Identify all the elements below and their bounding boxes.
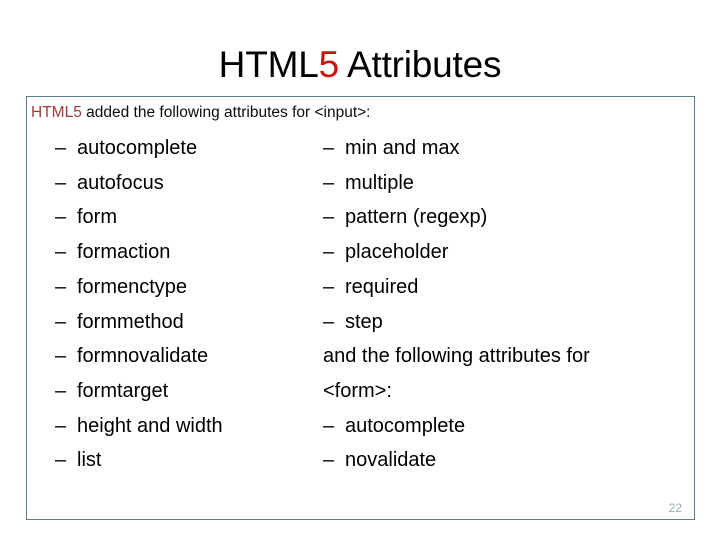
list-item: – list (55, 443, 335, 478)
list-item: – required (323, 270, 683, 305)
list-item-label: autocomplete (345, 414, 466, 437)
dash-bullet-icon: – (55, 310, 67, 333)
content-frame: HTML5 added the following attributes for… (26, 96, 695, 520)
list-item: – autofocus (55, 166, 335, 201)
page-title: HTML5 Attributes (0, 41, 720, 89)
list-item-label: placeholder (345, 241, 449, 264)
list-item: – autocomplete (55, 131, 335, 166)
list-item-label: min and max (345, 137, 460, 159)
list-item-label: multiple (345, 171, 414, 194)
title-prefix: HTML (218, 44, 319, 85)
list-item-label: form (77, 206, 117, 229)
dash-bullet-icon: – (323, 241, 335, 264)
list-item-label: required (345, 275, 419, 298)
dash-bullet-icon: – (55, 345, 67, 368)
list-item: – formtarget (55, 374, 335, 409)
list-item: – step (323, 305, 683, 340)
list-item-label: formenctype (77, 275, 188, 298)
lead-in-text: HTML5 added the following attributes for… (31, 103, 371, 123)
list-item-label: list (77, 449, 102, 472)
dash-bullet-icon: – (323, 275, 335, 298)
dash-bullet-icon: – (55, 275, 67, 298)
list-item-label: height and width (77, 414, 223, 437)
list-item-label: step (345, 310, 383, 333)
list-item: – pattern (regexp) (323, 200, 683, 235)
attribute-list-input-left: – autocomplete – autofocus – form – form… (55, 131, 335, 478)
list-item: – form (55, 200, 335, 235)
list-item: – height and width (55, 409, 335, 444)
dash-bullet-icon: – (55, 449, 67, 472)
list-item: – formmethod (55, 305, 335, 340)
list-item-label: formaction (77, 241, 171, 264)
dash-bullet-icon: – (55, 241, 67, 264)
dash-bullet-icon: – (55, 206, 67, 229)
list-item: – formenctype (55, 270, 335, 305)
title-highlight: 5 (318, 44, 340, 85)
dash-bullet-icon: – (55, 379, 67, 402)
list-item: – multiple (323, 166, 683, 201)
dash-bullet-icon: – (55, 137, 67, 159)
form-attributes-intro: and the following attributes for <form>: (323, 345, 590, 402)
dash-bullet-icon: – (55, 171, 67, 194)
list-item-label: pattern (regexp) (345, 206, 488, 229)
lead-in-highlight: HTML5 (31, 104, 82, 121)
dash-bullet-icon: – (323, 414, 335, 437)
list-item-label: formtarget (77, 379, 169, 402)
dash-bullet-icon: – (55, 414, 67, 437)
list-item-label: autocomplete (77, 137, 198, 159)
attribute-list-input-right: – min and max – multiple – pattern (rege… (323, 131, 683, 478)
dash-bullet-icon: – (323, 449, 335, 472)
list-item: – novalidate (323, 443, 683, 478)
slide: HTML5 Attributes HTML5 added the followi… (0, 0, 720, 540)
list-item: – formnovalidate (55, 339, 335, 374)
dash-bullet-icon: – (323, 310, 335, 333)
dash-bullet-icon: – (323, 171, 335, 194)
list-item: – autocomplete (323, 409, 683, 444)
list-item-label: formnovalidate (77, 345, 209, 368)
title-suffix: Attributes (338, 44, 502, 85)
dash-bullet-icon: – (323, 137, 335, 159)
list-item: – formaction (55, 235, 335, 270)
dash-bullet-icon: – (323, 206, 335, 229)
list-item: – placeholder (323, 235, 683, 270)
list-item-label: novalidate (345, 449, 437, 472)
list-item: – min and max (323, 131, 683, 166)
list-item-label: formmethod (77, 310, 184, 333)
lead-in-rest: added the following attributes for <inpu… (81, 104, 371, 121)
page-number: 22 (668, 501, 682, 515)
list-item-label: autofocus (77, 171, 164, 194)
